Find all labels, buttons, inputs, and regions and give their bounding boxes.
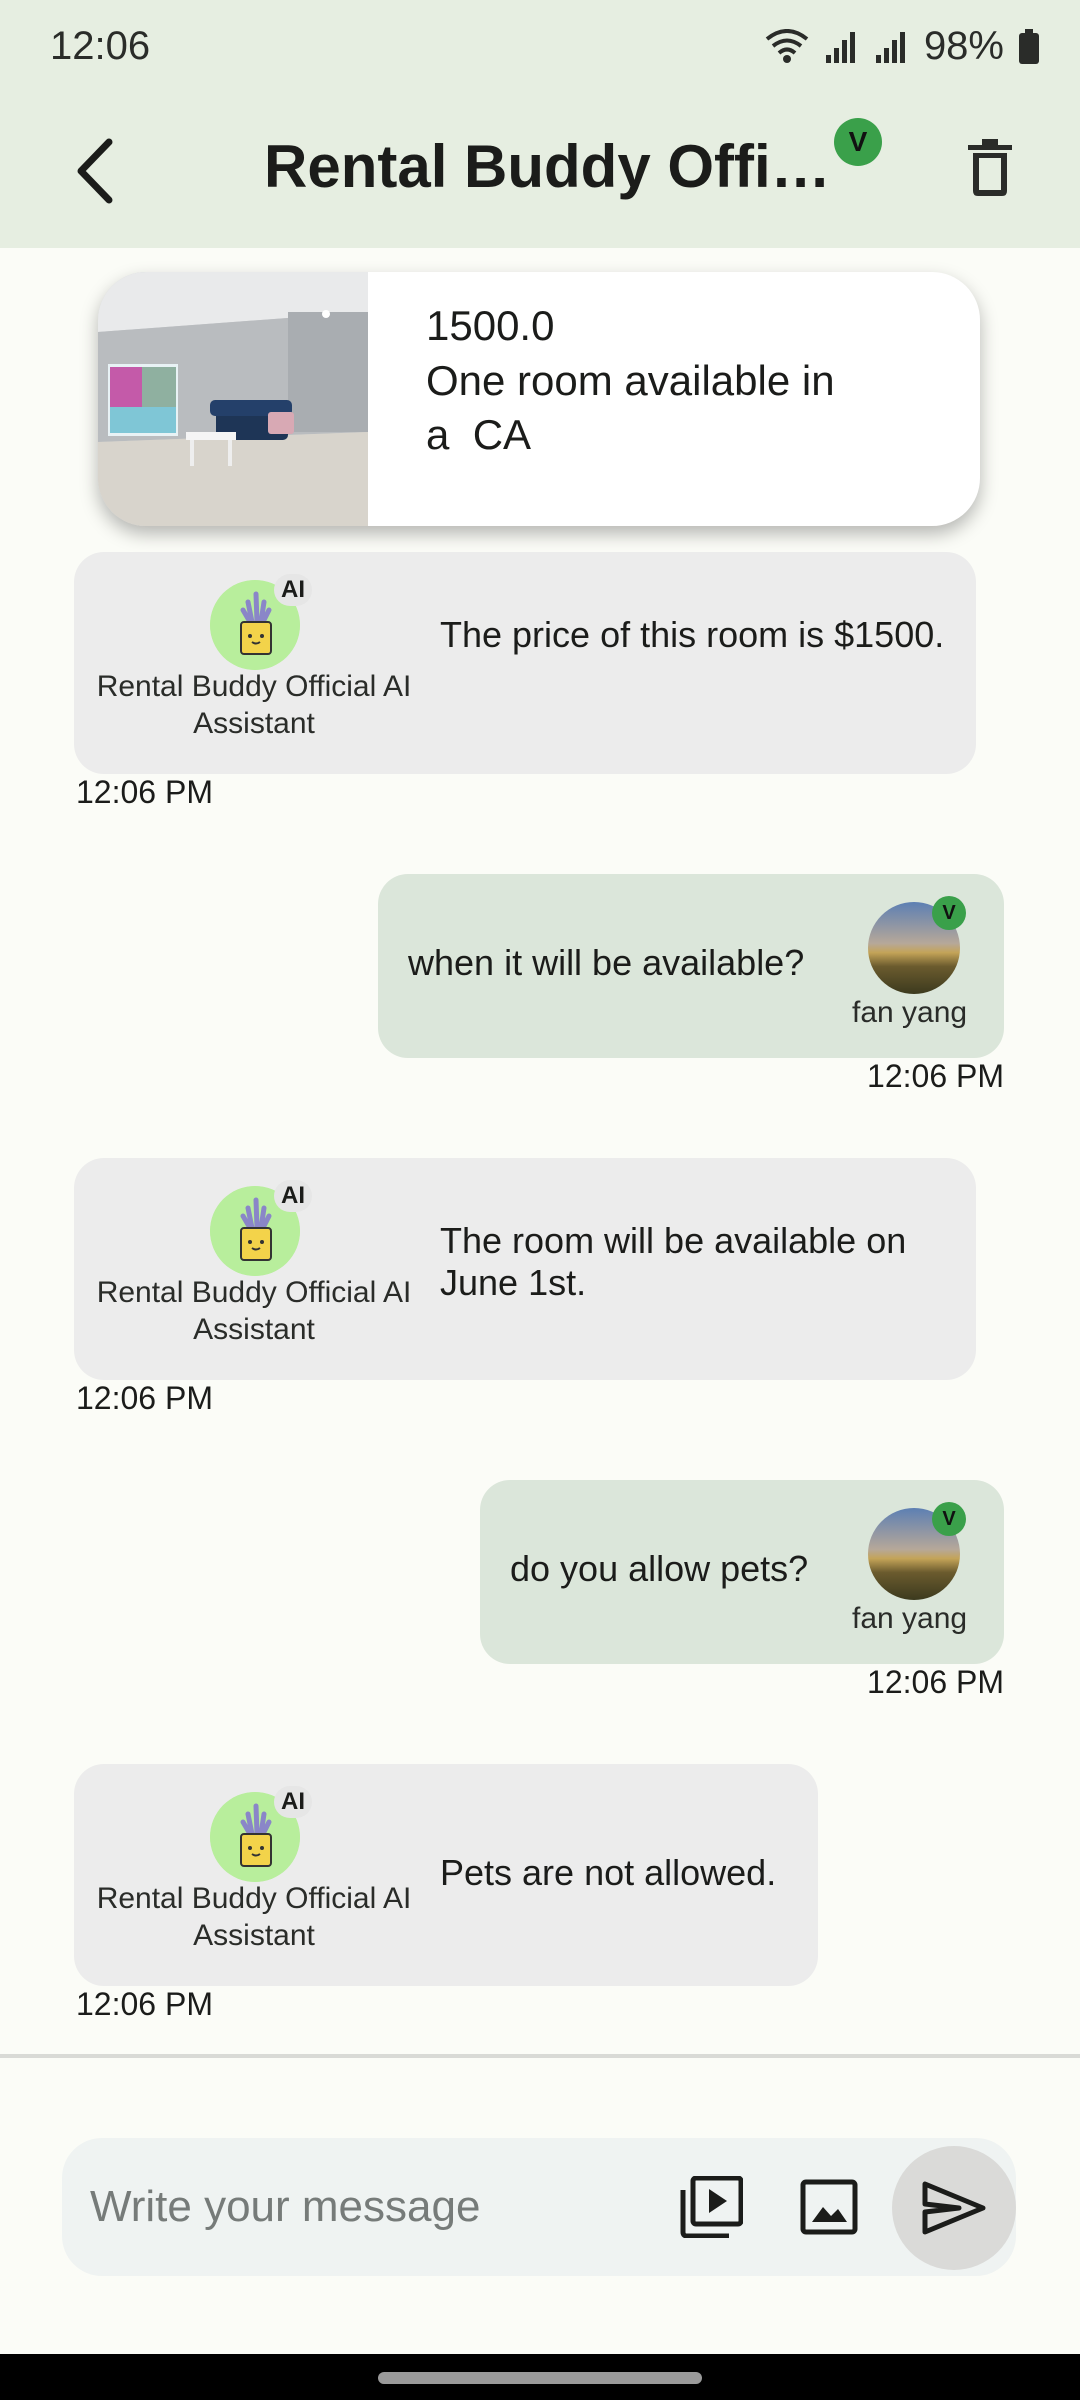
listing-photo <box>98 272 368 526</box>
message-composer <box>62 2138 1016 2276</box>
attach-video-button[interactable] <box>674 2170 748 2244</box>
send-icon <box>922 2181 986 2235</box>
user-name: fan yang <box>852 1602 968 1635</box>
message-text: Pets are not allowed. <box>440 1852 777 1893</box>
verified-badge: V <box>834 118 882 166</box>
verified-badge: V <box>932 1502 966 1536</box>
delete-chat-button[interactable] <box>950 128 1030 208</box>
back-button[interactable] <box>50 126 140 216</box>
message-time: 12:06 PM <box>76 1986 213 2022</box>
listing-price: 1500.0 <box>426 302 555 349</box>
chevron-left-icon <box>77 138 113 204</box>
status-bar: 12:06 98% <box>0 0 1080 100</box>
message-text: The price of this room is $1500. <box>440 614 945 655</box>
bot-name: Rental Buddy Official AI Assistant <box>96 1276 412 1346</box>
battery-percent: 98% <box>923 24 1004 68</box>
message-time: 12:06 PM <box>867 1664 1004 1700</box>
ai-tag: AI <box>274 574 312 606</box>
message-text: when it will be available? <box>408 942 805 983</box>
signal-icon-2 <box>875 31 905 63</box>
bot-message: AI Rental Buddy Official AI Assistant Th… <box>74 552 976 774</box>
message-time: 12:06 PM <box>76 1380 213 1416</box>
wifi-icon <box>765 28 809 63</box>
message-time: 12:06 PM <box>76 774 213 810</box>
trash-icon <box>968 139 1012 196</box>
user-message: do you allow pets? V fan yang <box>480 1480 1004 1664</box>
bot-name: Rental Buddy Official AI Assistant <box>96 670 412 740</box>
listing-title: One room available in a CA <box>426 357 835 458</box>
message-text: do you allow pets? <box>510 1548 809 1589</box>
message-input[interactable] <box>90 2168 650 2246</box>
chat-title: Rental Buddy Offici… <box>264 133 834 200</box>
listing-card[interactable]: 1500.0 One room available in a CA <box>98 272 980 526</box>
system-nav-bar <box>0 2354 1080 2400</box>
status-icons: 98% <box>764 24 1040 69</box>
signal-icon <box>825 31 855 63</box>
battery-icon <box>1019 28 1039 64</box>
user-message: when it will be available? V fan yang <box>378 874 1004 1058</box>
attach-image-button[interactable] <box>792 2170 866 2244</box>
send-button[interactable] <box>892 2146 1016 2270</box>
home-gesture-handle[interactable] <box>378 2372 702 2384</box>
image-icon <box>800 2179 858 2235</box>
bot-message: AI Rental Buddy Official AI Assistant Pe… <box>74 1764 818 1986</box>
app-bar: Rental Buddy Offici… V <box>0 100 1080 248</box>
message-time: 12:06 PM <box>867 1058 1004 1094</box>
verified-badge: V <box>932 896 966 930</box>
message-text: The room will be available on June 1st. <box>440 1220 907 1303</box>
bot-message: AI Rental Buddy Official AI Assistant Th… <box>74 1158 976 1380</box>
status-time: 12:06 <box>50 24 151 68</box>
user-name: fan yang <box>852 996 968 1029</box>
composer-divider <box>0 2054 1080 2058</box>
ai-tag: AI <box>274 1180 312 1212</box>
ai-tag: AI <box>274 1786 312 1818</box>
video-library-icon <box>680 2176 743 2238</box>
bot-name: Rental Buddy Official AI Assistant <box>96 1882 412 1952</box>
